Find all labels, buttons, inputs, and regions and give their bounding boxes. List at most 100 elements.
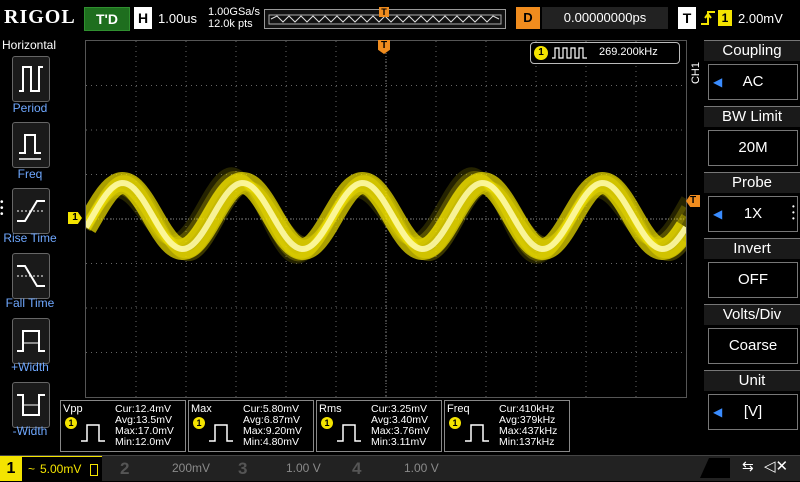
invert-title: Invert	[704, 238, 800, 259]
freq-icon	[19, 134, 41, 160]
measurement-type-icon	[209, 424, 233, 442]
trigger-level-marker[interactable]: T	[686, 195, 700, 207]
memory-overview-bar[interactable]: T	[264, 7, 506, 29]
measurement-channel-badge: 1	[65, 417, 77, 429]
rise-time-button[interactable]	[12, 188, 50, 234]
fall-time-button[interactable]	[12, 253, 50, 299]
usb-icon: ⇆	[742, 458, 754, 474]
bw-limit-value: 20M	[738, 139, 768, 156]
delay-tag: D	[516, 7, 540, 29]
brand-logo: RIGOL	[4, 6, 76, 28]
volts-div-title: Volts/Div	[704, 304, 800, 325]
measurement-name: Vpp	[63, 403, 83, 415]
measurement-rms[interactable]: Rms 1 Cur:3.25mV Avg:3.40mV Max:3.76mV Min:3.…	[316, 400, 442, 452]
select-arrow-icon: ◀	[713, 405, 723, 419]
rise-time-label: Rise Time	[3, 231, 57, 245]
select-arrow-icon: ◀	[713, 207, 723, 221]
measurement-name: Freq	[447, 403, 470, 415]
measurement-channel-badge: 1	[321, 417, 333, 429]
scroll-dots-icon: • • •	[0, 197, 4, 220]
probe-select[interactable]: ◀ 1X	[708, 196, 798, 232]
run-status-badge[interactable]: T'D	[84, 7, 130, 31]
probe-title: Probe	[704, 172, 800, 193]
invert-select[interactable]: OFF	[708, 262, 798, 298]
trigger-level: 2.00mV	[738, 11, 783, 26]
unit-value: [V]	[743, 403, 763, 420]
speaker-mute-icon[interactable]: ◁✕	[764, 457, 788, 475]
trigger-tag: T	[678, 7, 696, 29]
period-icon	[19, 66, 43, 92]
scroll-dots-icon: • • •	[792, 202, 795, 223]
freq-button[interactable]	[12, 122, 50, 168]
unit-select[interactable]: ◀ [V]	[708, 394, 798, 430]
channel-status-bar: 1 ~ 5.00mV 2 200mV 3 1.00 V 4 1.00 V ⇆ ◁…	[0, 455, 800, 482]
coupling-value: AC	[742, 73, 764, 90]
measurement-min-value: Min:12.0mV	[115, 436, 172, 448]
delay-value[interactable]: 0.00000000ps	[542, 7, 668, 29]
waveform-display[interactable]	[85, 40, 687, 398]
overview-trigger-marker: T	[379, 7, 389, 17]
measurement-freq[interactable]: Freq 1 Cur:410kHz Avg:379kHz Max:437kHz Min:1…	[444, 400, 570, 452]
ch1-badge[interactable]: 1	[0, 456, 22, 481]
memory-depth: 12.0k pts	[208, 18, 253, 30]
horizontal-measure-menu: Horizontal Period Freq • • • Rise Time Fal…	[0, 36, 60, 456]
negative-width-button[interactable]	[12, 382, 50, 428]
measurement-vpp[interactable]: Vpp 1 Cur:12.4mV Avg:13.5mV Max:17.0mV Min:12…	[60, 400, 186, 452]
measurement-name: Max	[191, 403, 212, 415]
measurement-min-value: Min:4.80mV	[243, 436, 300, 448]
ch2-badge[interactable]: 2	[120, 456, 129, 481]
measurement-min-value: Min:137kHz	[499, 436, 555, 448]
bw-limit-select[interactable]: 20M	[708, 130, 798, 166]
trigger-source-badge: 1	[718, 10, 732, 26]
negative-width-icon	[17, 394, 45, 416]
ch3-badge[interactable]: 3	[238, 456, 247, 481]
measurement-max[interactable]: Max 1 Cur:5.80mV Avg:6.87mV Max:9.20mV Min:4.…	[188, 400, 314, 452]
period-button[interactable]	[12, 56, 50, 102]
ch4-scale[interactable]: 1.00 V	[404, 456, 439, 481]
ch1-scale: 5.00mV	[40, 462, 82, 476]
measurement-bar: Vpp 1 Cur:12.4mV Avg:13.5mV Max:17.0mV Min:12…	[60, 400, 700, 452]
ch2-scale[interactable]: 200mV	[172, 456, 210, 481]
ac-coupling-icon: ~	[28, 462, 36, 476]
measurement-channel-badge: 1	[449, 417, 461, 429]
freq-label: Freq	[17, 167, 43, 181]
timebase-value[interactable]: 1.00us	[158, 11, 197, 26]
coupling-select[interactable]: ◀ AC	[708, 64, 798, 100]
positive-width-button[interactable]	[12, 318, 50, 364]
select-arrow-icon: ◀	[713, 75, 723, 89]
sample-rate: 1.00GSa/s	[208, 6, 260, 18]
ch4-badge[interactable]: 4	[352, 456, 361, 481]
counter-value: 269.200kHz	[599, 46, 658, 58]
measurement-channel-badge: 1	[193, 417, 205, 429]
bw-limit-title: BW Limit	[704, 106, 800, 127]
timebase-tag: H	[134, 7, 152, 29]
unit-title: Unit	[704, 370, 800, 391]
measurement-name: Rms	[319, 403, 342, 415]
tab-shape	[700, 458, 730, 478]
waveform-canvas	[86, 41, 686, 397]
probe-value: 1X	[743, 205, 763, 222]
ch1-offset-marker[interactable]: 1	[68, 212, 82, 224]
coupling-title: Coupling	[704, 40, 800, 61]
counter-channel-badge: 1	[534, 46, 548, 60]
period-label: Period	[12, 101, 48, 115]
fall-time-label: Fall Time	[5, 296, 55, 310]
invert-value: OFF	[738, 271, 768, 288]
ch3-scale[interactable]: 1.00 V	[286, 456, 321, 481]
bw-limit-icon	[90, 464, 98, 476]
volts-div-value: Coarse	[728, 337, 778, 354]
pulse-train-icon	[552, 47, 587, 59]
menu-title: Horizontal	[2, 38, 57, 52]
channel-settings-menu: Coupling ◀ AC BW Limit 20M Probe ◀ 1X Inve…	[704, 40, 800, 454]
top-status-bar: RIGOL T'D H 1.00us 1.00GSa/s 12.0k pts T…	[0, 0, 800, 36]
measurement-type-icon	[337, 424, 361, 442]
measurement-type-icon	[465, 424, 489, 442]
volts-div-select[interactable]: Coarse	[708, 328, 798, 364]
negative-width-label: -Width	[12, 424, 48, 438]
measurement-type-icon	[81, 424, 105, 442]
trigger-info[interactable]: 1 2.00mV	[698, 7, 798, 29]
frequency-counter[interactable]: 1 269.200kHz	[530, 42, 680, 64]
ch1-scale-field[interactable]: ~ 5.00mV	[22, 456, 102, 482]
measurement-min-value: Min:3.11mV	[371, 436, 427, 448]
positive-width-icon	[17, 330, 45, 352]
